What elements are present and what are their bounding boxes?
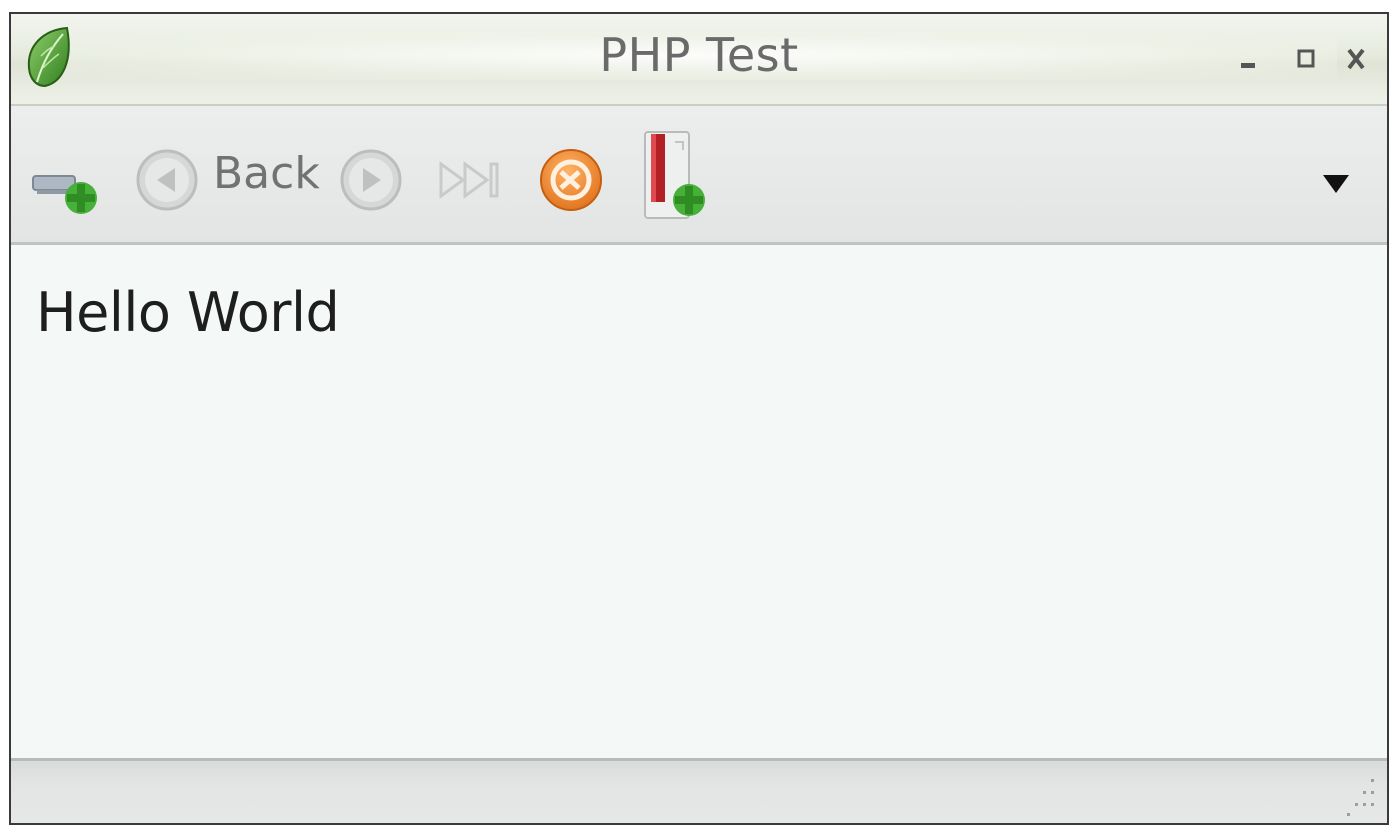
window-title: PHP Test xyxy=(599,28,799,82)
stop-icon[interactable] xyxy=(539,144,603,216)
maximize-icon[interactable] xyxy=(1291,44,1321,74)
minimize-icon[interactable] xyxy=(1233,44,1263,74)
close-icon[interactable] xyxy=(1341,44,1371,74)
computer-add-icon[interactable] xyxy=(31,156,99,220)
toolbar: Back xyxy=(11,106,1387,245)
resize-grip-icon[interactable] xyxy=(1341,773,1381,817)
skip-forward-icon[interactable] xyxy=(435,158,505,202)
page-text: Hello World xyxy=(36,281,340,344)
chevron-down-icon[interactable] xyxy=(1321,172,1351,196)
title-bar[interactable]: PHP Test xyxy=(11,14,1387,106)
status-bar xyxy=(11,758,1387,823)
web-view[interactable]: Hello World xyxy=(11,245,1387,758)
package-add-icon[interactable] xyxy=(639,128,707,228)
back-button-label[interactable]: Back xyxy=(213,148,320,199)
app-window: PHP Test Back Hello World xyxy=(9,12,1389,825)
forward-arrow-icon[interactable] xyxy=(339,148,403,212)
back-arrow-icon[interactable] xyxy=(135,144,199,216)
